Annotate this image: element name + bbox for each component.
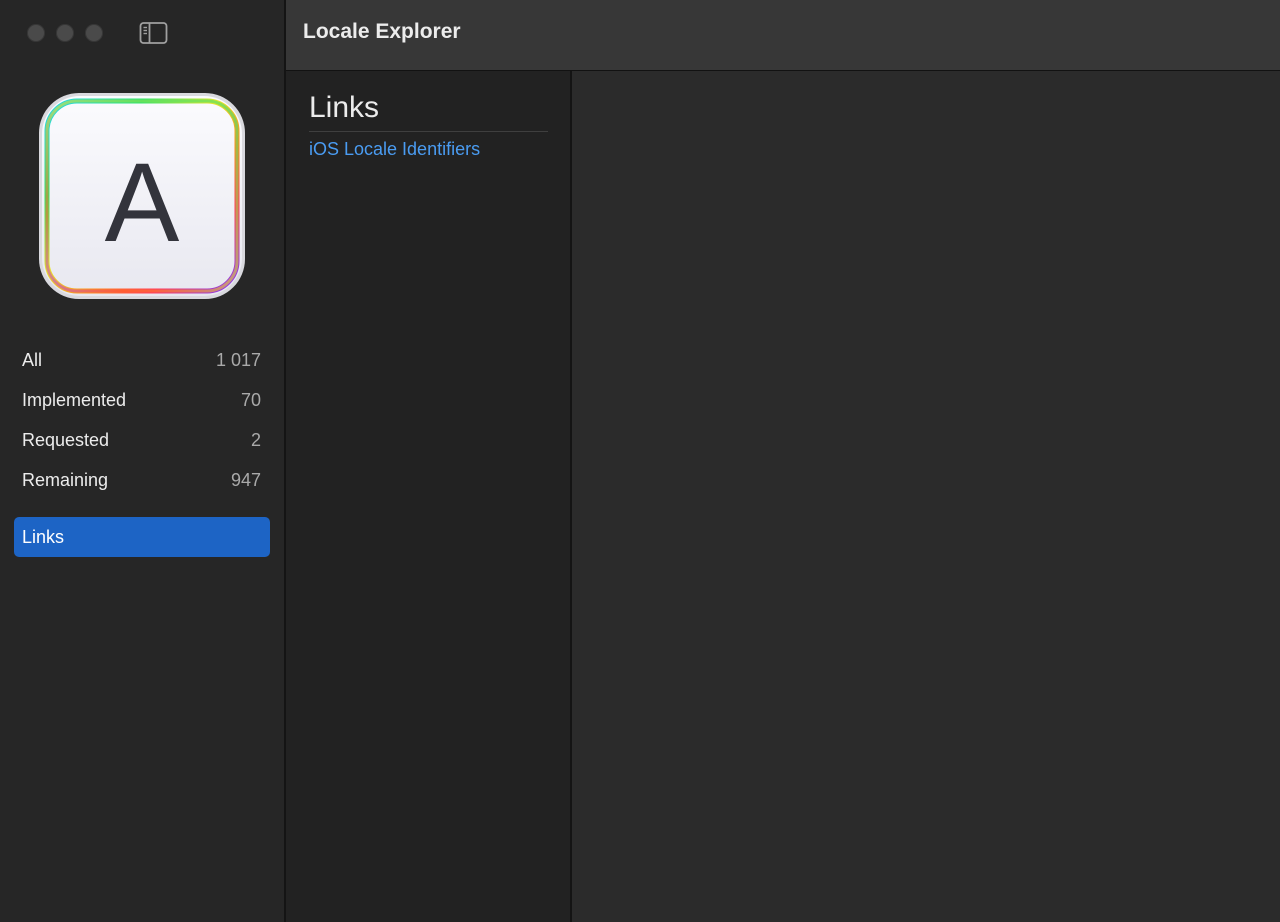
toolbar: Locale Explorer <box>286 0 1280 71</box>
sidebar-item-implemented[interactable]: Implemented 70 <box>0 380 284 420</box>
sidebar-item-label: Remaining <box>22 469 109 490</box>
minimize-button[interactable] <box>56 24 74 42</box>
heading-divider <box>309 131 548 132</box>
sidebar-item-links[interactable]: Links <box>14 517 270 557</box>
zoom-button[interactable] <box>85 24 103 42</box>
close-button[interactable] <box>27 24 45 42</box>
section-heading: Links <box>309 91 380 124</box>
sidebar-item-requested[interactable]: Requested 2 <box>0 420 284 460</box>
sidebar-item-remaining[interactable]: Remaining 947 <box>0 460 284 500</box>
sidebar-item-label: Links <box>22 526 65 547</box>
app-window: A All 1 017 Implemented 70 Requested 2 R… <box>0 0 1280 922</box>
traffic-lights <box>27 24 103 42</box>
sidebar: A All 1 017 Implemented 70 Requested 2 R… <box>0 0 286 922</box>
app-icon-letter: A <box>105 140 180 265</box>
sidebar-item-label: All <box>22 349 43 370</box>
sidebar-item-count: 1 017 <box>215 349 261 370</box>
sidebar-item-count: 2 <box>250 429 261 450</box>
detail-pane <box>572 71 1280 922</box>
sidebar-item-all[interactable]: All 1 017 <box>0 340 284 380</box>
link-ios-locale-identifiers[interactable]: iOS Locale Identifiers <box>309 139 480 160</box>
sidebar-item-count: 70 <box>240 389 261 410</box>
sidebar-item-count: 947 <box>230 469 261 490</box>
sidebar-toggle-icon[interactable] <box>139 21 169 45</box>
sidebar-item-label: Implemented <box>22 389 127 410</box>
app-icon: A <box>37 91 247 301</box>
sidebar-nav: All 1 017 Implemented 70 Requested 2 Rem… <box>0 340 284 557</box>
content-list: Links iOS Locale Identifiers <box>286 71 572 922</box>
window-title: Locale Explorer <box>303 20 461 43</box>
sidebar-item-label: Requested <box>22 429 110 450</box>
